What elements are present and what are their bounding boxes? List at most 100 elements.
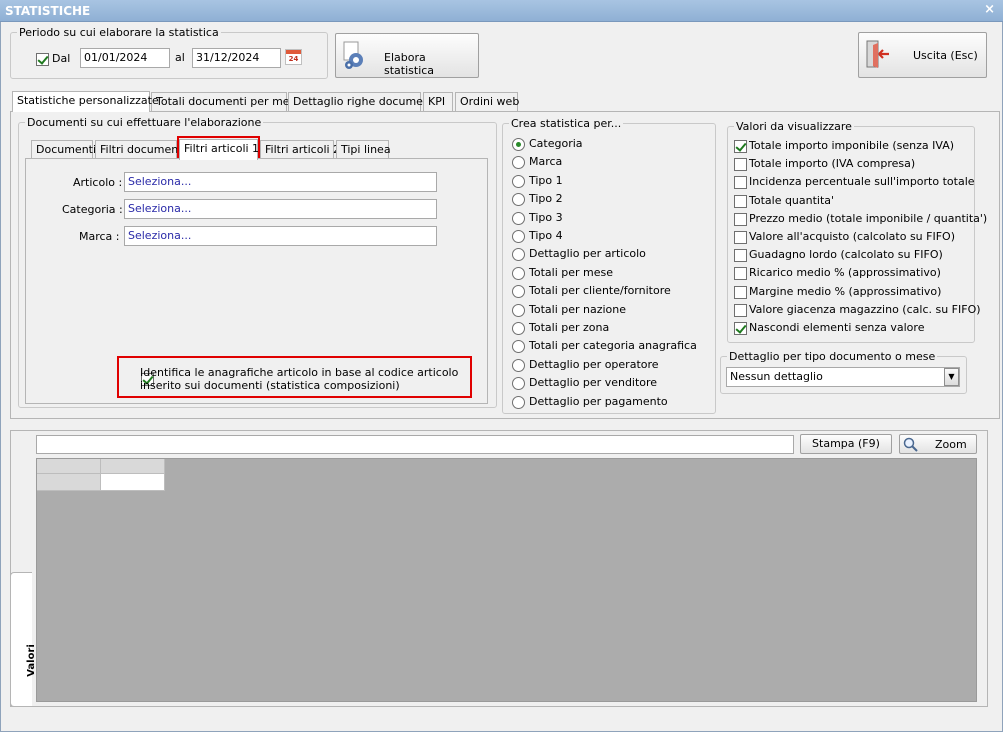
radio-option-dettaglio-per-venditore[interactable]: Dettaglio per venditore: [512, 374, 657, 392]
radio-button[interactable]: [512, 284, 525, 298]
radio-label: Tipo 1: [529, 174, 563, 187]
tab-kpi[interactable]: KPI: [423, 92, 453, 111]
valori-option[interactable]: Totale importo (IVA compresa): [734, 155, 915, 173]
valori-option[interactable]: Prezzo medio (totale imponibile / quanti…: [734, 210, 987, 228]
valori-checkbox[interactable]: [734, 139, 747, 153]
radio-button[interactable]: [512, 303, 525, 317]
uscita-label: Uscita (Esc): [913, 49, 978, 62]
valori-checkbox[interactable]: [734, 248, 747, 262]
zoom-button[interactable]: Zoom: [899, 434, 977, 454]
radio-option-dettaglio-per-operatore[interactable]: Dettaglio per operatore: [512, 356, 659, 374]
valori-option[interactable]: Ricarico medio % (approssimativo): [734, 264, 941, 282]
valori-label: Margine medio % (approssimativo): [749, 285, 942, 298]
valori-checkbox[interactable]: [734, 266, 747, 280]
radio-option-tipo-1[interactable]: Tipo 1: [512, 172, 563, 190]
uscita-button[interactable]: Uscita (Esc): [858, 32, 987, 78]
al-label: al: [175, 51, 185, 64]
radio-label: Totali per cliente/fornitore: [529, 284, 671, 297]
valori-label: Nascondi elementi senza valore: [749, 321, 925, 334]
categoria-select[interactable]: Seleziona...: [124, 199, 437, 219]
radio-button[interactable]: [512, 229, 525, 243]
radio-button[interactable]: [512, 376, 525, 390]
radio-button[interactable]: [512, 339, 525, 353]
valori-option[interactable]: Nascondi elementi senza valore: [734, 319, 924, 337]
valori-checkbox[interactable]: [734, 194, 747, 208]
subtab-tipi-linea[interactable]: Tipi linea: [336, 140, 391, 159]
calendar-icon[interactable]: 24: [285, 49, 302, 65]
radio-button[interactable]: [512, 247, 525, 261]
results-search-input[interactable]: [36, 435, 794, 454]
title-bar: STATISTICHE ×: [0, 0, 1003, 22]
radio-label: Dettaglio per articolo: [529, 247, 646, 260]
valori-option[interactable]: Totale quantita': [734, 192, 834, 210]
subtab-filtri-documenti[interactable]: Filtri documenti: [95, 140, 186, 159]
dal-checkbox[interactable]: [36, 52, 49, 66]
valori-option[interactable]: Guadagno lordo (calcolato su FIFO): [734, 246, 943, 264]
subtab-filtri-articoli-2[interactable]: Filtri articoli 2: [260, 140, 340, 159]
articolo-label: Articolo :: [73, 176, 123, 189]
marca-label: Marca :: [79, 230, 120, 243]
radio-button[interactable]: [512, 211, 525, 225]
date-to-input[interactable]: 31/12/2024: [192, 48, 281, 68]
categoria-label: Categoria :: [62, 203, 123, 216]
close-icon[interactable]: ×: [984, 2, 995, 17]
tab-ordini-web[interactable]: Ordini web: [455, 92, 519, 111]
radio-button[interactable]: [512, 155, 525, 169]
valori-checkbox[interactable]: [734, 285, 747, 299]
radio-option-totali-per-cliente-fornitore[interactable]: Totali per cliente/fornitore: [512, 282, 671, 300]
subtab-filtri-articoli-1[interactable]: Filtri articoli 1: [179, 139, 259, 160]
valori-option[interactable]: Margine medio % (approssimativo): [734, 283, 941, 301]
tab-dettaglio-righe-documenti[interactable]: Dettaglio righe documenti: [288, 92, 437, 111]
valori-option[interactable]: Incidenza percentuale sull'importo total…: [734, 173, 975, 191]
subtab-documenti[interactable]: Documenti: [31, 140, 96, 159]
radio-button[interactable]: [512, 395, 525, 409]
radio-button[interactable]: [512, 192, 525, 206]
chevron-down-icon[interactable]: ▼: [944, 368, 959, 386]
radio-option-marca[interactable]: Marca: [512, 153, 562, 171]
radio-button[interactable]: [512, 358, 525, 372]
radio-option-totali-per-nazione[interactable]: Totali per nazione: [512, 301, 626, 319]
dettaglio-select[interactable]: Nessun dettaglio: [726, 367, 960, 387]
zoom-label: Zoom: [935, 438, 967, 451]
window-title: STATISTICHE: [5, 4, 91, 18]
radio-option-totali-per-zona[interactable]: Totali per zona: [512, 319, 609, 337]
valori-option[interactable]: Totale importo imponibile (senza IVA): [734, 137, 954, 155]
stampa-button[interactable]: Stampa (F9): [800, 434, 892, 454]
valori-legend: Valori da visualizzare: [736, 120, 852, 133]
marca-select[interactable]: Seleziona...: [124, 226, 437, 246]
tab-valori-side[interactable]: Valori: [10, 572, 37, 707]
exit-door-icon: [866, 40, 889, 68]
radio-option-tipo-4[interactable]: Tipo 4: [512, 227, 563, 245]
valori-checkbox[interactable]: [734, 230, 747, 244]
elabora-statistica-button[interactable]: Elabora statistica: [335, 33, 479, 78]
radio-option-dettaglio-per-articolo[interactable]: Dettaglio per articolo: [512, 245, 646, 263]
radio-option-totali-per-categoria-anagrafica[interactable]: Totali per categoria anagrafica: [512, 337, 697, 355]
valori-option[interactable]: Valore all'acquisto (calcolato su FIFO): [734, 228, 955, 246]
results-grid[interactable]: [36, 458, 977, 702]
grid-row-header[interactable]: [37, 474, 101, 491]
grid-column-header[interactable]: [101, 459, 165, 474]
valori-checkbox[interactable]: [734, 321, 747, 335]
radio-button[interactable]: [512, 321, 525, 335]
valori-label: Prezzo medio (totale imponibile / quanti…: [749, 212, 988, 225]
valori-checkbox[interactable]: [734, 303, 747, 317]
valori-checkbox[interactable]: [734, 157, 747, 171]
valori-checkbox[interactable]: [734, 212, 747, 226]
radio-option-dettaglio-per-pagamento[interactable]: Dettaglio per pagamento: [512, 393, 668, 411]
grid-corner-cell: [37, 459, 101, 474]
valori-checkbox[interactable]: [734, 175, 747, 189]
date-from-input[interactable]: 01/01/2024: [80, 48, 170, 68]
radio-button[interactable]: [512, 174, 525, 188]
valori-option[interactable]: Valore giacenza magazzino (calc. su FIFO…: [734, 301, 981, 319]
valori-label: Valore all'acquisto (calcolato su FIFO): [749, 230, 955, 243]
radio-option-tipo-2[interactable]: Tipo 2: [512, 190, 563, 208]
tab-statistiche-personalizzate[interactable]: Statistiche personalizzate: [12, 91, 159, 112]
grid-cell[interactable]: [101, 474, 165, 491]
radio-button[interactable]: [512, 266, 525, 280]
radio-option-totali-per-mese[interactable]: Totali per mese: [512, 264, 613, 282]
tab-totali-documenti-per-mese[interactable]: Totali documenti per mese: [151, 92, 302, 111]
radio-option-categoria[interactable]: Categoria: [512, 135, 583, 153]
radio-option-tipo-3[interactable]: Tipo 3: [512, 209, 563, 227]
articolo-select[interactable]: Seleziona...: [124, 172, 437, 192]
radio-button[interactable]: [512, 137, 525, 151]
